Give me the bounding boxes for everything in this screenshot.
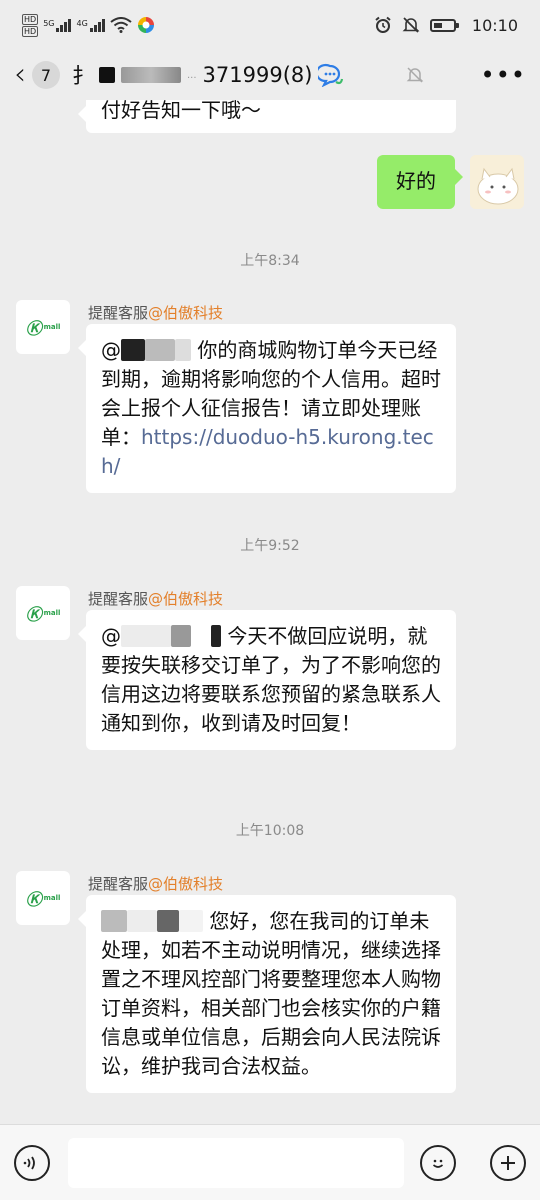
message-text: 付好告知一下哦～: [101, 100, 261, 122]
message-bubble[interactable]: @ 你的商城购物订单今天已经到期，逾期将影响您的个人信用。超时会上报个人征信报告…: [78, 324, 456, 493]
chat-messages: 付好告知一下哦～ 好的 上午8:34 Ⓚ mall 提醒客服@伯傲科技 @ 你的…: [0, 100, 540, 1124]
back-arrow-icon[interactable]: ‹: [14, 60, 26, 90]
my-avatar[interactable]: [470, 155, 524, 209]
sender-org: @伯傲科技: [148, 590, 224, 608]
mention-prefix: @: [101, 338, 121, 362]
redacted-block: [121, 625, 171, 647]
redacted-block: [99, 67, 115, 83]
mall-logo-mark: Ⓚ: [25, 890, 42, 909]
chat-title[interactable]: 扌 ... 371999(8): [72, 60, 344, 90]
plus-icon: [501, 1155, 515, 1170]
hd-label-1: HD: [22, 13, 39, 25]
mall-logo-text: mall: [43, 609, 61, 617]
message-bubble[interactable]: 付好告知一下哦～: [78, 100, 456, 133]
timestamp: 上午8:34: [240, 253, 300, 269]
status-right: 10:10: [374, 16, 518, 35]
wifi-icon: [110, 17, 132, 33]
sender-name: 提醒客服@伯傲科技: [88, 873, 223, 894]
hd-label-2: HD: [22, 25, 39, 37]
hd-indicators: HD HD: [22, 13, 39, 37]
redacted-block: [179, 910, 203, 932]
voice-input-button[interactable]: [14, 1144, 50, 1181]
mall-logo-mark: Ⓚ: [25, 605, 42, 624]
header-actions: •••: [405, 63, 526, 87]
voice-icon: [23, 1156, 35, 1169]
message-text: 您好，您在我司的订单未处理，如若不主动说明情况，继续选择置之不理风控部门将要整理…: [101, 909, 441, 1078]
unread-count-badge[interactable]: 7: [32, 61, 60, 89]
message-link[interactable]: https://duoduo-h5.kurong.tech/: [101, 425, 434, 478]
sender-org: @伯傲科技: [148, 875, 224, 893]
sender-label: 提醒客服: [88, 875, 149, 893]
battery-icon: [429, 18, 459, 32]
sender-label: 提醒客服: [88, 304, 149, 322]
mute-bell-icon: [406, 67, 423, 83]
message-input[interactable]: [68, 1137, 404, 1188]
status-bar: HD HD 5G 4G 10:10: [0, 0, 540, 50]
input-bar: [0, 1124, 540, 1200]
mute-bell-status-icon: [402, 17, 420, 33]
timestamp: 上午9:52: [240, 538, 300, 554]
message-bubble-outgoing[interactable]: 好的: [377, 155, 463, 209]
title-ellipsis: ...: [187, 69, 197, 81]
redacted-block: [121, 339, 145, 361]
more-icon[interactable]: •••: [481, 63, 526, 87]
mall-logo-text: mall: [43, 894, 61, 902]
sender-label: 提醒客服: [88, 590, 149, 608]
sender-avatar[interactable]: Ⓚ mall: [16, 871, 70, 925]
sender-org: @伯傲科技: [148, 304, 224, 322]
input-actions: [420, 1144, 526, 1181]
mall-logo-mark: Ⓚ: [25, 319, 42, 338]
signal-5g-icon: 5G: [43, 18, 72, 32]
chat-bubble-icon: [318, 63, 344, 87]
title-prefix: 扌: [72, 64, 93, 88]
redacted-block: [191, 625, 211, 647]
mall-logo-text: mall: [43, 323, 61, 331]
mall-logo: Ⓚ mall: [26, 601, 61, 625]
signal-4g-icon: 4G: [76, 18, 105, 32]
emoji-button[interactable]: [420, 1144, 456, 1181]
message-bubble[interactable]: 您好，您在我司的订单未处理，如若不主动说明情况，继续选择置之不理风控部门将要整理…: [78, 895, 456, 1093]
sender-avatar[interactable]: Ⓚ mall: [16, 300, 70, 354]
net-label-2: 4G: [76, 18, 88, 28]
redacted-block: [157, 910, 179, 932]
timestamp: 上午10:08: [235, 823, 305, 839]
cat-avatar-icon: [470, 155, 524, 209]
title-suffix: 371999(8): [202, 63, 313, 87]
message-bubble[interactable]: @ 今天不做回应说明，就要按失联移交订单了，为了不影响您的信用这边将要联系您预留…: [78, 610, 456, 750]
redacted-block: [127, 910, 157, 932]
sender-name: 提醒客服@伯傲科技: [88, 302, 223, 323]
chat-header: ‹ 7 扌 ... 371999(8) •••: [0, 50, 540, 100]
redacted-block: [175, 339, 191, 361]
mall-logo: Ⓚ mall: [26, 315, 61, 339]
add-more-button[interactable]: [490, 1144, 526, 1181]
mall-logo: Ⓚ mall: [26, 886, 61, 910]
redacted-block: [101, 910, 127, 932]
emoji-icon: [432, 1159, 444, 1168]
sender-avatar[interactable]: Ⓚ mall: [16, 586, 70, 640]
redacted-block: [145, 339, 175, 361]
status-left: HD HD 5G 4G: [22, 13, 155, 37]
status-time: 10:10: [471, 15, 518, 35]
app-notification-icon: [137, 17, 154, 33]
alarm-icon: [375, 16, 391, 33]
mention-prefix: @: [101, 624, 121, 648]
redacted-block: [121, 67, 181, 83]
net-label-1: 5G: [43, 18, 55, 28]
redacted-block: [171, 625, 191, 647]
redacted-block: [211, 625, 221, 647]
message-text: 好的: [396, 169, 436, 193]
sender-name: 提醒客服@伯傲科技: [88, 588, 223, 609]
